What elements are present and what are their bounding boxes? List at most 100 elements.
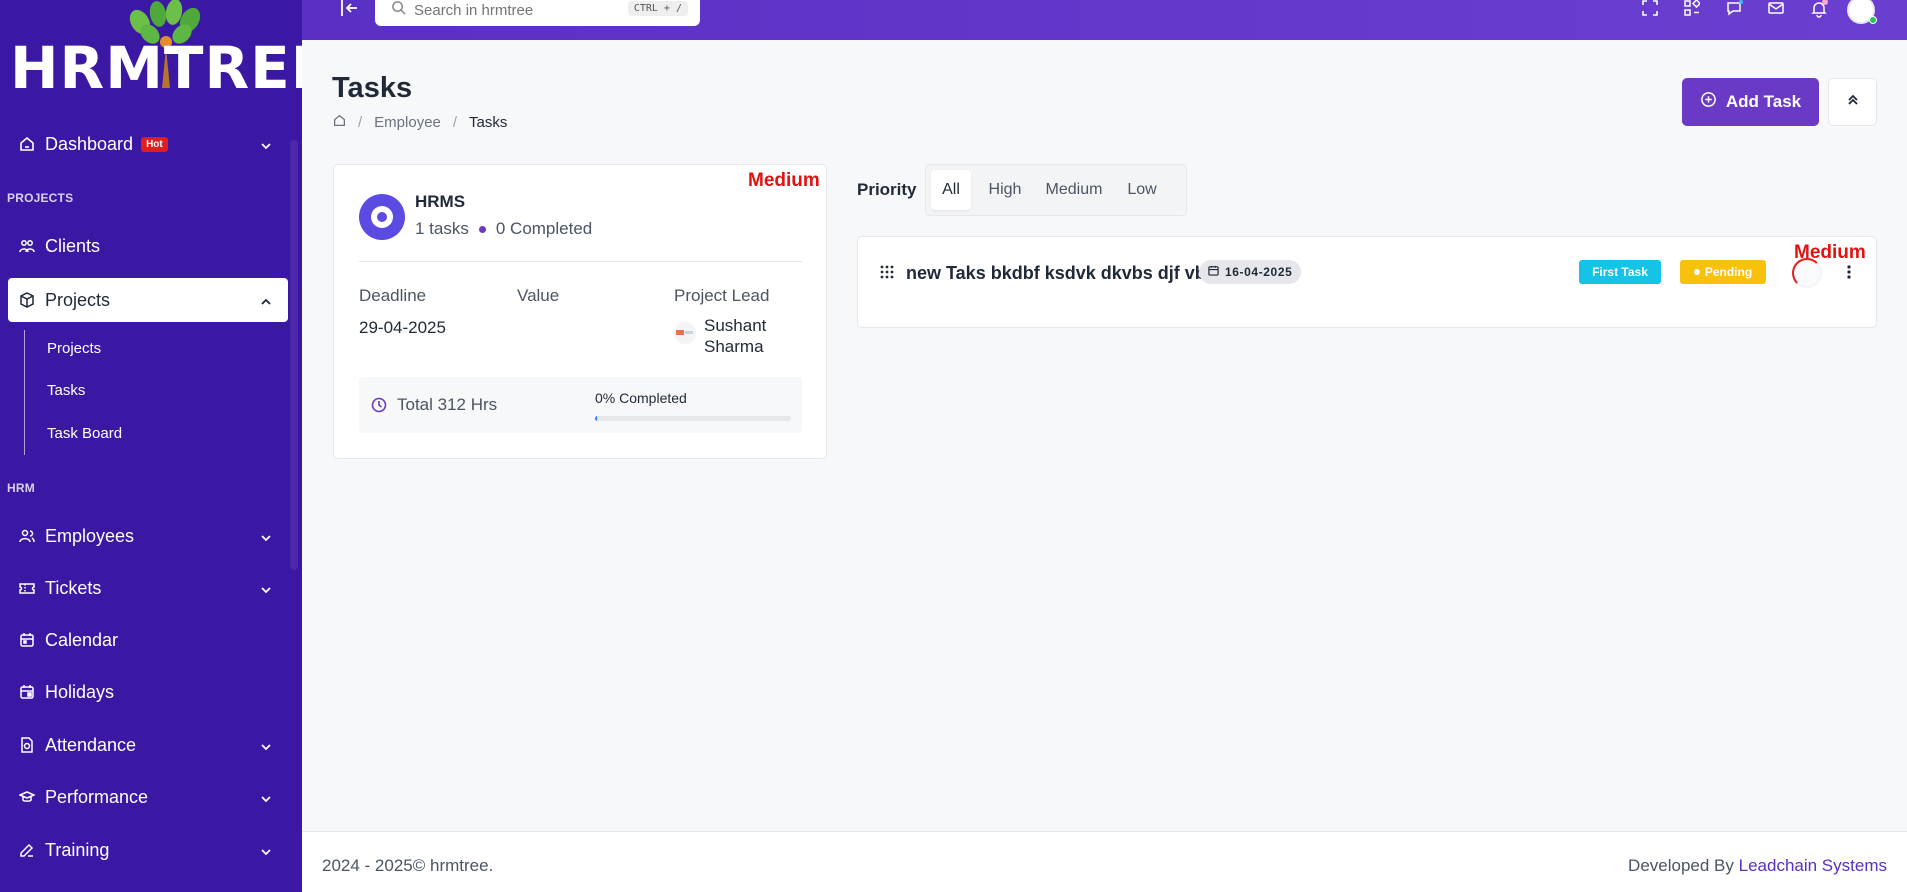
breadcrumb-separator: / bbox=[452, 114, 458, 131]
sidebar-scrollbar[interactable] bbox=[290, 140, 298, 570]
separator-dot bbox=[478, 225, 486, 233]
hot-badge: Hot bbox=[141, 136, 168, 152]
sidebar-item-label: Holidays bbox=[45, 681, 115, 702]
breadcrumb-separator: / bbox=[358, 114, 363, 131]
mail-icon[interactable] bbox=[1768, 0, 1788, 20]
priority-tag: Medium bbox=[1794, 242, 1866, 263]
apps-icon[interactable] bbox=[1684, 0, 1704, 20]
sidebar-subitem-projects[interactable]: Projects bbox=[47, 340, 101, 357]
chevron-down-icon bbox=[260, 842, 272, 863]
task-title[interactable]: new Taks bkdbf ksdvk dkvbs djf vbk bbox=[906, 263, 1216, 284]
chevron-down-icon bbox=[260, 136, 272, 157]
sidebar: HRMTREE Dashboard Hot PROJECTS Clients P… bbox=[0, 0, 302, 892]
home-icon[interactable] bbox=[333, 114, 346, 131]
submenu-line bbox=[24, 330, 25, 455]
ticket-icon bbox=[19, 580, 35, 596]
progress-fill bbox=[595, 416, 597, 421]
status-dot bbox=[1693, 269, 1700, 275]
collapse-header-button[interactable] bbox=[1828, 78, 1877, 126]
search-box[interactable]: CTRL + / bbox=[375, 0, 700, 26]
drag-handle-icon[interactable] bbox=[880, 265, 894, 284]
graduation-cap-icon bbox=[19, 789, 35, 805]
calendar-icon bbox=[1208, 265, 1219, 279]
sidebar-item-performance[interactable]: Performance bbox=[8, 775, 288, 819]
logo-text: HRMTREE bbox=[10, 34, 302, 102]
sidebar-item-dashboard[interactable]: Dashboard Hot bbox=[8, 122, 288, 166]
developer-link[interactable]: Leadchain Systems bbox=[1739, 856, 1887, 875]
project-logo-icon bbox=[359, 194, 405, 240]
task-card[interactable]: new Taks bkdbf ksdvk dkvbs djf vbk 16-04… bbox=[857, 236, 1877, 328]
task-count: 1 tasks bbox=[415, 219, 469, 238]
priority-option-medium[interactable]: Medium bbox=[1038, 170, 1110, 210]
copyright: 2024 - 2025© hrmtree. bbox=[322, 856, 494, 875]
hours-summary: Total 312 Hrs 0% Completed bbox=[359, 377, 802, 433]
breadcrumb-employee[interactable]: Employee bbox=[374, 114, 441, 131]
sidebar-subitem-task-board[interactable]: Task Board bbox=[47, 425, 122, 442]
value-label: Value bbox=[517, 286, 560, 305]
developed-by-text: Developed By bbox=[1628, 856, 1734, 875]
sidebar-item-tickets[interactable]: Tickets bbox=[8, 566, 288, 610]
chevron-down-icon bbox=[260, 580, 272, 601]
priority-option-high[interactable]: High bbox=[980, 170, 1030, 210]
search-input[interactable] bbox=[414, 1, 624, 19]
sidebar-item-label: Tickets bbox=[45, 577, 102, 598]
chat-icon[interactable] bbox=[1726, 0, 1746, 20]
completed-count: 0 Completed bbox=[495, 219, 593, 238]
sidebar-item-projects[interactable]: Projects bbox=[8, 278, 288, 322]
project-card: Medium HRMS 1 tasks 0 Completed Deadline… bbox=[333, 164, 827, 459]
sidebar-item-label: Employees bbox=[45, 525, 135, 546]
bell-icon[interactable] bbox=[1810, 0, 1830, 20]
progress-bar bbox=[595, 416, 791, 421]
chevron-down-icon bbox=[260, 737, 272, 758]
status-text: Pending bbox=[1704, 265, 1753, 279]
sidebar-item-label: Projects bbox=[45, 289, 111, 310]
clock-icon bbox=[371, 397, 387, 418]
total-hours: Total 312 Hrs bbox=[397, 395, 498, 414]
more-options-icon[interactable] bbox=[1843, 259, 1855, 285]
chevrons-up-icon bbox=[1846, 93, 1860, 112]
divider bbox=[359, 261, 802, 262]
sidebar-item-clients[interactable]: Clients bbox=[8, 224, 288, 268]
online-status-dot bbox=[1869, 16, 1877, 24]
project-lead-name: Sushant Sharma bbox=[704, 316, 767, 356]
priority-option-all[interactable]: All bbox=[931, 170, 971, 210]
sidebar-item-label: Clients bbox=[45, 235, 101, 256]
add-task-label: Add Task bbox=[1725, 92, 1802, 111]
sidebar-item-label: Dashboard bbox=[45, 133, 134, 154]
brand-logo[interactable]: HRMTREE bbox=[10, 0, 302, 100]
section-label-hrm: HRM bbox=[7, 481, 35, 495]
home-icon bbox=[19, 136, 35, 152]
edit-icon bbox=[19, 842, 35, 858]
project-meta: 1 tasks 0 Completed bbox=[415, 219, 592, 239]
task-tag: First Task bbox=[1579, 260, 1661, 284]
developer-credit: Developed By Leadchain Systems bbox=[1628, 856, 1887, 876]
sidebar-item-calendar[interactable]: Calendar bbox=[8, 618, 288, 662]
priority-tag: Medium bbox=[748, 170, 820, 191]
footer: 2024 - 2025© hrmtree. Developed By Leadc… bbox=[302, 831, 1907, 892]
fullscreen-icon[interactable] bbox=[1642, 0, 1662, 20]
priority-option-low[interactable]: Low bbox=[1118, 170, 1166, 210]
sidebar-item-label: Attendance bbox=[45, 734, 137, 755]
users-icon bbox=[19, 528, 35, 544]
sidebar-item-label: Performance bbox=[45, 786, 149, 807]
chevron-up-icon bbox=[260, 292, 272, 313]
section-label-projects: PROJECTS bbox=[7, 191, 74, 205]
sidebar-item-employees[interactable]: Employees bbox=[8, 514, 288, 558]
sidebar-item-attendance[interactable]: Attendance bbox=[8, 723, 288, 767]
project-name[interactable]: HRMS bbox=[415, 192, 465, 212]
search-shortcut: CTRL + / bbox=[627, 1, 688, 16]
sidebar-item-label: Calendar bbox=[45, 629, 119, 650]
calendar-event-icon bbox=[19, 684, 35, 700]
page-title: Tasks bbox=[332, 72, 413, 104]
chevron-down-icon bbox=[260, 789, 272, 810]
collapse-sidebar-icon[interactable] bbox=[340, 0, 360, 18]
task-date: 16-04-2025 bbox=[1199, 260, 1302, 284]
sidebar-item-holidays[interactable]: Holidays bbox=[8, 670, 288, 714]
calendar-icon bbox=[19, 632, 35, 648]
status-badge: Pending bbox=[1680, 260, 1766, 284]
add-task-button[interactable]: Add Task bbox=[1682, 78, 1819, 126]
sidebar-subitem-tasks[interactable]: Tasks bbox=[47, 382, 85, 399]
task-date-text: 16-04-2025 bbox=[1225, 265, 1293, 279]
sidebar-item-training[interactable]: Training bbox=[8, 828, 288, 872]
search-icon bbox=[391, 0, 406, 20]
